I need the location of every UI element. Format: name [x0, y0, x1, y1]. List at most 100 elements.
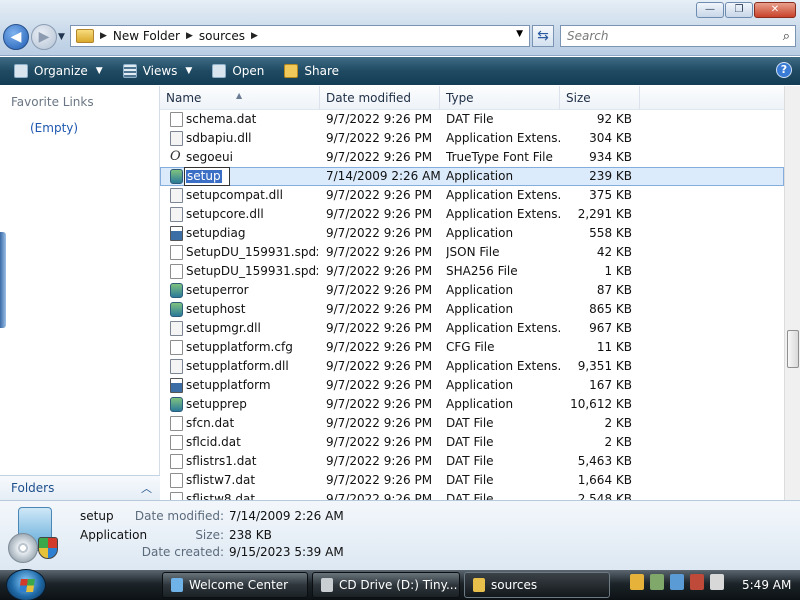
file-row[interactable]: sflistrs1.dat 9/7/2022 9:26 PM DAT File 5,4… — [160, 452, 784, 471]
window-app-icon — [170, 226, 183, 241]
back-button[interactable]: ◀ — [3, 24, 29, 50]
file-size: 239 KB — [589, 169, 632, 183]
column-header-size[interactable]: Size — [560, 86, 640, 110]
file-icon — [170, 473, 183, 488]
clock[interactable]: 5:49 AM — [742, 570, 791, 600]
recent-pages-dropdown[interactable]: ▼ — [58, 32, 65, 42]
column-header-name[interactable]: Name ▲ — [160, 86, 320, 110]
file-size: 2 KB — [604, 435, 632, 449]
setup-app-icon — [170, 397, 183, 412]
file-row[interactable]: setupdiag 9/7/2022 9:26 PM Application 558 … — [160, 224, 784, 243]
rename-selected-text: setup — [186, 169, 222, 183]
windows-update-icon[interactable] — [670, 574, 684, 590]
command-toolbar: Organize ▼ Views ▼ Open Share ? — [0, 57, 800, 85]
file-date-modified: 9/7/2022 9:26 PM — [326, 378, 433, 392]
file-date-modified: 9/7/2022 9:26 PM — [326, 473, 433, 487]
search-icon[interactable]: ⌕ — [783, 27, 790, 47]
organize-button[interactable]: Organize ▼ — [8, 59, 109, 83]
column-header-type[interactable]: Type — [440, 86, 560, 110]
file-row[interactable]: setupcore.dll 9/7/2022 9:26 PM Application… — [160, 205, 784, 224]
chevron-right-icon[interactable]: ▶ — [251, 31, 258, 41]
file-size: 934 KB — [589, 150, 632, 164]
file-row[interactable]: sfcn.dat 9/7/2022 9:26 PM DAT File 2 KB — [160, 414, 784, 433]
file-type: DAT File — [446, 492, 494, 500]
share-button[interactable]: Share — [278, 59, 345, 83]
views-label: Views — [142, 64, 178, 78]
file-name: setupplatform.cfg — [186, 340, 293, 354]
share-icon — [284, 64, 299, 78]
sidebar-gadget-edge[interactable] — [0, 232, 6, 328]
file-row[interactable]: Osegoeui 9/7/2022 9:26 PM TrueType Font Fi… — [160, 148, 784, 167]
address-bar[interactable]: f ▶ New Folder ▶ sources ▶ ▼ — [70, 25, 530, 47]
window-controls: — ❐ ✕ — [696, 2, 796, 18]
volume-muted-icon[interactable] — [710, 574, 724, 590]
dll-icon — [170, 131, 183, 146]
file-row[interactable]: sflcid.dat 9/7/2022 9:26 PM DAT File 2 KB — [160, 433, 784, 452]
setup-app-icon — [170, 283, 183, 298]
file-type: SHA256 File — [446, 264, 518, 278]
file-row[interactable]: schema.dat 9/7/2022 9:26 PM DAT File 92 KB — [160, 110, 784, 129]
file-row[interactable]: setupprep 9/7/2022 9:26 PM Application 10,6… — [160, 395, 784, 414]
open-button[interactable]: Open — [206, 59, 270, 83]
chevron-right-icon[interactable]: ▶ — [186, 31, 193, 41]
close-button[interactable]: ✕ — [754, 2, 796, 18]
file-row[interactable]: sflistw8.dat 9/7/2022 9:26 PM DAT File 2,54… — [160, 490, 784, 500]
folders-label: Folders — [11, 481, 55, 495]
taskbar-item-welcome-center[interactable]: Welcome Center — [162, 572, 308, 598]
file-date-modified: 9/7/2022 9:26 PM — [326, 359, 433, 373]
file-row[interactable]: SetupDU_159931.spdx.j... 9/7/2022 9:26 PM… — [160, 243, 784, 262]
scrollbar-thumb[interactable] — [787, 330, 799, 368]
file-type: DAT File — [446, 454, 494, 468]
file-row[interactable]: sflistw7.dat 9/7/2022 9:26 PM DAT File 1,66… — [160, 471, 784, 490]
file-row[interactable]: setupplatform.cfg 9/7/2022 9:26 PM CFG Fil… — [160, 338, 784, 357]
breadcrumb-new-folder[interactable]: New Folder — [113, 29, 180, 43]
vertical-scrollbar[interactable] — [784, 86, 800, 500]
network-icon[interactable] — [690, 574, 704, 590]
users-icon[interactable] — [650, 574, 664, 590]
file-row[interactable]: setuphost 9/7/2022 9:26 PM Application 865 … — [160, 300, 784, 319]
file-row[interactable]: SetupDU_159931.spdx.j... 9/7/2022 9:26 PM… — [160, 262, 784, 281]
address-dropdown-icon[interactable]: ▼ — [516, 29, 523, 39]
file-row[interactable]: sdbapiu.dll 9/7/2022 9:26 PM Application E… — [160, 129, 784, 148]
open-icon — [212, 64, 227, 78]
file-row[interactable]: setupcompat.dll 9/7/2022 9:26 PM Applicati… — [160, 186, 784, 205]
refresh-icon: ⇆ — [537, 28, 549, 44]
windows-logo-icon — [19, 579, 35, 592]
taskbar-item-sources[interactable]: sources — [464, 572, 610, 598]
file-row[interactable]: setuperror 9/7/2022 9:26 PM Application 87 … — [160, 281, 784, 300]
file-row[interactable]: setupmgr.dll 9/7/2022 9:26 PM Application … — [160, 319, 784, 338]
file-row[interactable]: setupplatform 9/7/2022 9:26 PM Application… — [160, 376, 784, 395]
chevron-down-icon: ▼ — [95, 66, 103, 76]
file-size: 42 KB — [596, 245, 632, 259]
file-row[interactable]: setup 7/14/2009 2:26 AM Application 239 KB — [160, 167, 784, 186]
minimize-button[interactable]: — — [696, 2, 724, 18]
folder-icon: f — [76, 29, 94, 43]
rename-input[interactable]: setup — [184, 167, 230, 186]
date-modified-label: Date modified: — [134, 509, 224, 523]
file-type: Application — [446, 302, 514, 316]
dll-icon — [170, 188, 183, 203]
views-button[interactable]: Views ▼ — [117, 59, 199, 83]
maximize-button[interactable]: ❐ — [725, 2, 753, 18]
security-shield-icon[interactable] — [630, 574, 644, 590]
file-row[interactable]: setupplatform.dll 9/7/2022 9:26 PM Applica… — [160, 357, 784, 376]
breadcrumb-sources[interactable]: sources — [199, 29, 245, 43]
forward-button[interactable]: ▶ — [31, 24, 57, 50]
start-button[interactable] — [6, 569, 46, 600]
file-name: sfcn.dat — [186, 416, 235, 430]
share-label: Share — [304, 64, 340, 78]
dll-icon — [170, 359, 183, 374]
file-date-modified: 9/7/2022 9:26 PM — [326, 397, 433, 411]
file-size: 558 KB — [589, 226, 632, 240]
refresh-button[interactable]: ⇆ — [532, 25, 554, 47]
help-icon[interactable]: ? — [776, 62, 792, 78]
search-input[interactable]: Search ⌕ — [560, 25, 796, 47]
taskbar-item-cd-drive[interactable]: CD Drive (D:) Tiny... — [312, 572, 460, 598]
chevron-right-icon[interactable]: ▶ — [100, 31, 107, 41]
folders-toggle[interactable]: Folders ︿ — [0, 475, 160, 500]
date-created-label: Date created: — [141, 545, 224, 559]
column-header-date[interactable]: Date modified — [320, 86, 440, 110]
organize-icon — [14, 64, 28, 78]
setup-app-icon — [170, 169, 183, 184]
taskbar-item-label: sources — [491, 578, 538, 592]
